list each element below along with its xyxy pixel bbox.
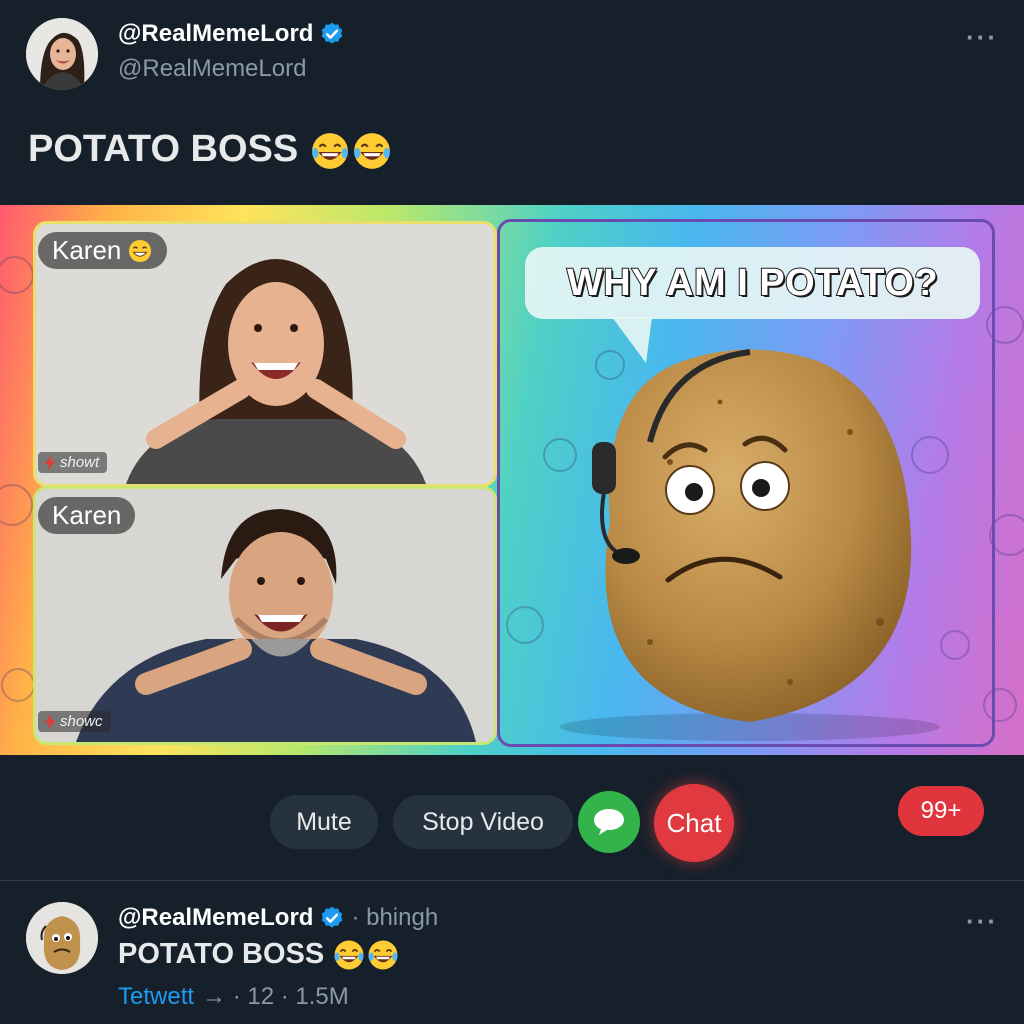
lightning-icon [45, 713, 55, 730]
laughing-emoji-icon [353, 133, 390, 169]
grin-emoji-icon [129, 239, 152, 262]
laughing-emoji-icon [311, 133, 348, 169]
more-options-icon[interactable]: ··· [966, 906, 998, 937]
participant-tile[interactable]: Karen showc [33, 486, 497, 745]
author-handle[interactable]: @RealMemeLord [118, 55, 306, 83]
notification-badge[interactable]: 99+ [898, 786, 984, 836]
chat-button[interactable]: Chat [654, 784, 734, 862]
chat-bubble-icon [594, 809, 624, 835]
speech-bubble: WHY AM I POTATO? [525, 247, 980, 319]
brand-label: showt [60, 454, 100, 471]
tweet-text: POTATO BOSS [28, 128, 393, 172]
tweet-media[interactable]: Karen showt Karen showc WHY AM I POTATO? [0, 205, 1024, 755]
verified-badge-icon [322, 906, 343, 928]
stop-video-button[interactable]: Stop Video [393, 795, 573, 849]
lightning-icon [45, 454, 55, 471]
participant-name-tag: Karen [38, 497, 136, 534]
author-avatar[interactable] [26, 18, 98, 90]
author-name-text: @RealMemeLord [118, 20, 314, 47]
reply-avatar[interactable] [26, 902, 98, 974]
reply-author-name[interactable]: @RealMemeLord [118, 904, 313, 932]
brand-label: showc [60, 713, 103, 730]
author-display-name[interactable]: @RealMemeLord [118, 20, 345, 48]
participant-tile[interactable]: Karen showt [33, 221, 497, 487]
brand-watermark: showt [38, 452, 108, 473]
participant-name-tag: Karen [38, 232, 168, 269]
tweet-text-content: POTATO BOSS [28, 128, 299, 170]
speech-bubble-tail [612, 317, 652, 363]
reply-meta: · bhingh [351, 904, 439, 931]
footer-stats: → · 12 · 1.5M [202, 983, 349, 1010]
speech-bubble-text: WHY AM I POTATO? [566, 261, 939, 305]
reply-tweet-text: POTATO BOSS [118, 938, 400, 972]
reply-author-row: @RealMemeLord · bhingh [118, 904, 438, 932]
more-options-icon[interactable]: ··· [966, 22, 998, 53]
participant-name: Karen [52, 500, 122, 530]
reply-tweet-text-content: POTATO BOSS [118, 938, 325, 970]
brand-watermark: showc [38, 711, 111, 732]
reply-footer: Tetwett → · 12 · 1.5M [118, 983, 349, 1011]
laughing-emoji-icon [334, 940, 364, 970]
footer-link[interactable]: Tetwett [118, 983, 194, 1011]
verified-badge-icon [322, 22, 343, 44]
participant-name: Karen [52, 235, 122, 265]
tweet-divider [0, 880, 1024, 881]
laughing-emoji-icon [368, 940, 398, 970]
mute-button[interactable]: Mute [270, 795, 378, 849]
message-button[interactable] [578, 791, 640, 853]
